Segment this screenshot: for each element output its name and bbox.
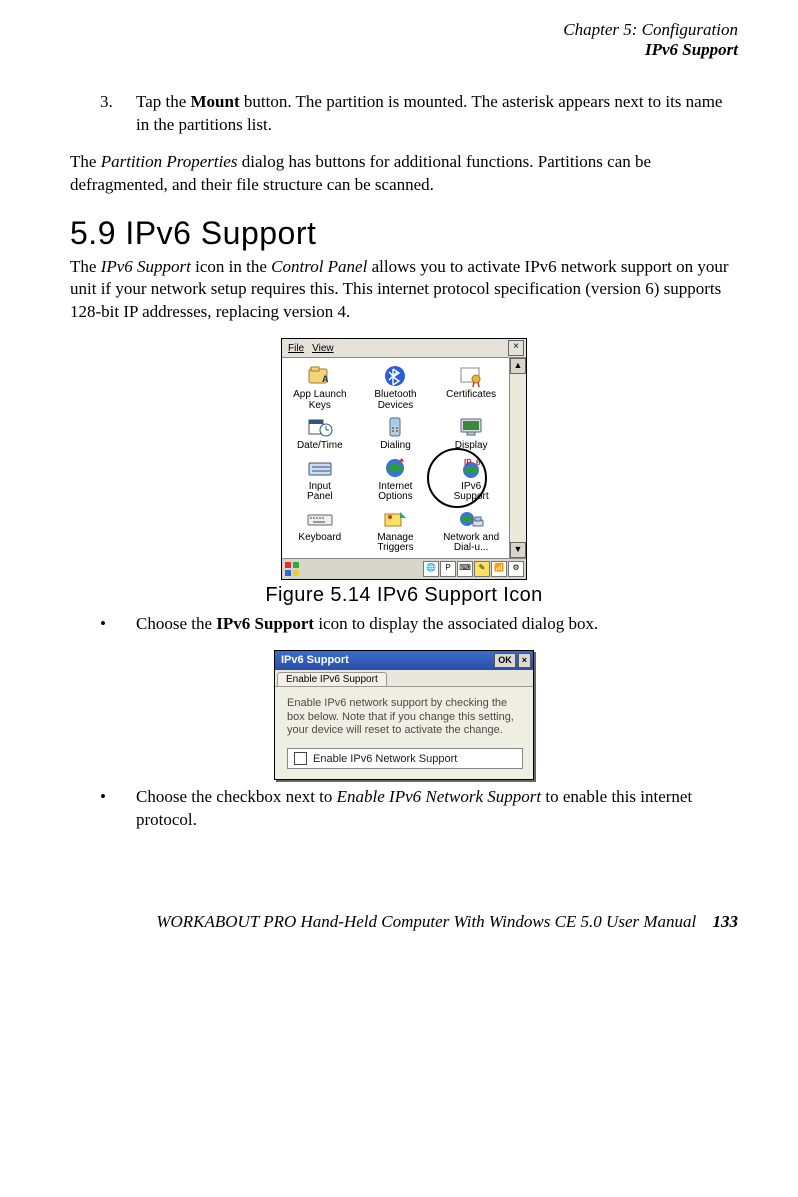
control-panel-item[interactable]: A App LaunchKeys [282, 364, 358, 411]
control-panel-item[interactable]: Dialing [358, 415, 434, 452]
footer-text: WORKABOUT PRO Hand-Held Computer With Wi… [156, 912, 696, 931]
tray-icon[interactable]: ✎ [474, 561, 490, 577]
control-panel-item[interactable]: IP 6 IPv6Support [433, 456, 509, 503]
svg-text:IP: IP [464, 458, 472, 467]
tray-icon[interactable]: P [440, 561, 456, 577]
step-3: 3. Tap the Mount button. The partition i… [100, 91, 738, 137]
page-number: 133 [713, 912, 739, 931]
scrollbar[interactable]: ▲ ▼ [509, 358, 526, 558]
scroll-track[interactable] [510, 374, 526, 542]
control-panel-item-label: InputPanel [282, 482, 358, 503]
control-panel-grid: A App LaunchKeysBluetoothDevicesCertifica… [282, 358, 509, 558]
dialing-icon [381, 415, 409, 439]
control-panel-item-label: Certificates [433, 390, 509, 401]
internet-options-icon [381, 456, 409, 480]
chapter-line: Chapter 5: Configuration [70, 20, 738, 40]
control-panel-item[interactable]: Certificates [433, 364, 509, 411]
svg-text:6: 6 [476, 458, 481, 467]
taskbar: 🌐 P ⌨ ✎ 📶 ⚙ [282, 558, 526, 579]
control-panel-item-label: BluetoothDevices [358, 390, 434, 411]
dialog-close-button[interactable]: × [518, 653, 531, 668]
tray-icon[interactable]: ⚙ [508, 561, 524, 577]
manage-triggers-icon [381, 507, 409, 531]
dialog-ok-button[interactable]: OK [494, 653, 516, 668]
input-panel-icon [306, 456, 334, 480]
dialog-tabstrip: Enable IPv6 Support [275, 670, 533, 687]
page-footer: WORKABOUT PRO Hand-Held Computer With Wi… [70, 912, 738, 932]
control-panel-item[interactable]: ManageTriggers [358, 507, 434, 554]
control-panel-item-label: IPv6Support [433, 482, 509, 503]
bluetooth-icon [381, 364, 409, 388]
dialog-titlebar: IPv6 Support OK × [275, 651, 533, 670]
step-3-number: 3. [100, 91, 136, 137]
control-panel-item-label: Network andDial-u... [433, 533, 509, 554]
control-panel-item-label: ManageTriggers [358, 533, 434, 554]
date-time-icon [306, 415, 334, 439]
scroll-up-button[interactable]: ▲ [510, 358, 526, 374]
control-panel-item[interactable]: BluetoothDevices [358, 364, 434, 411]
tray-icon[interactable]: 🌐 [423, 561, 439, 577]
tray-signal-icon[interactable]: 📶 [491, 561, 507, 577]
control-panel-item[interactable]: InputPanel [282, 456, 358, 503]
keyboard-icon [306, 507, 334, 531]
control-panel-item-label: App LaunchKeys [282, 390, 358, 411]
app-launch-keys-icon: A [306, 364, 334, 388]
menu-file[interactable]: File [284, 343, 308, 354]
control-panel-item[interactable]: Network andDial-u... [433, 507, 509, 554]
ipv6-support-icon: IP 6 [457, 456, 485, 480]
window-close-button[interactable]: × [508, 340, 524, 356]
partition-paragraph: The Partition Properties dialog has butt… [70, 151, 738, 197]
ipv6-dialog: IPv6 Support OK × Enable IPv6 Support En… [274, 650, 534, 780]
control-panel-item-label: InternetOptions [358, 482, 434, 503]
menu-view[interactable]: View [308, 343, 338, 354]
start-button[interactable] [284, 561, 300, 577]
display-icon [457, 415, 485, 439]
network-dialup-icon [457, 507, 485, 531]
scroll-down-button[interactable]: ▼ [510, 542, 526, 558]
control-panel-item-label: Date/Time [282, 441, 358, 452]
figure-caption: Figure 5.14 IPv6 Support Icon [70, 584, 738, 607]
ipv6-intro-paragraph: The IPv6 Support icon in the Control Pan… [70, 256, 738, 325]
svg-text:A: A [322, 374, 329, 384]
control-panel-item-label: Display [433, 441, 509, 452]
control-panel-item[interactable]: Date/Time [282, 415, 358, 452]
dialog-title-text: IPv6 Support [281, 654, 349, 666]
dialog-body-text: Enable IPv6 network support by checking … [287, 697, 523, 738]
menubar: File View × [282, 339, 526, 358]
control-panel-window: File View × A App LaunchKeysBluetoothDevi… [281, 338, 527, 580]
control-panel-item[interactable]: Display [433, 415, 509, 452]
mount-bold: Mount [191, 92, 240, 111]
control-panel-item-label: Dialing [358, 441, 434, 452]
bullet-2: • Choose the checkbox next to Enable IPv… [100, 786, 738, 832]
section-heading: 5.9 IPv6 Support [70, 215, 738, 252]
checkbox-label: Enable IPv6 Network Support [313, 753, 457, 765]
control-panel-item-label: Keyboard [282, 533, 358, 544]
dialog-tab[interactable]: Enable IPv6 Support [277, 672, 387, 686]
enable-ipv6-checkbox-row[interactable]: Enable IPv6 Network Support [287, 748, 523, 769]
system-tray: 🌐 P ⌨ ✎ 📶 ⚙ [423, 561, 524, 577]
control-panel-item[interactable]: InternetOptions [358, 456, 434, 503]
tray-icon[interactable]: ⌨ [457, 561, 473, 577]
certificates-icon [457, 364, 485, 388]
bullet-1: • Choose the IPv6 Support icon to displa… [100, 613, 738, 636]
page-header: Chapter 5: Configuration IPv6 Support [70, 20, 738, 61]
dialog-body: Enable IPv6 network support by checking … [275, 687, 533, 779]
checkbox-icon[interactable] [294, 752, 307, 765]
section-line: IPv6 Support [70, 40, 738, 60]
control-panel-item[interactable]: Keyboard [282, 507, 358, 554]
